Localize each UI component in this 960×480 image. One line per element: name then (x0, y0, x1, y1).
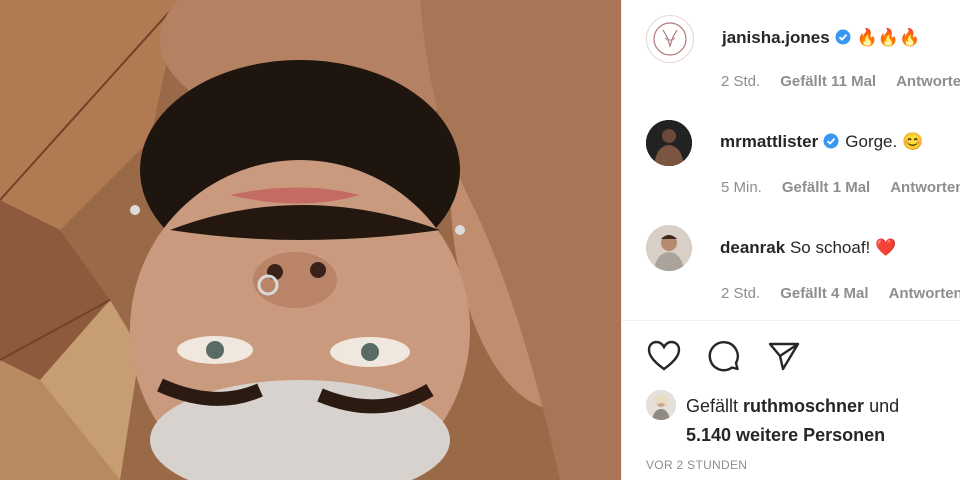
post-photo[interactable] (0, 0, 621, 480)
avatar[interactable] (646, 15, 694, 63)
comment-username[interactable]: janisha.jones (722, 28, 830, 47)
avatar[interactable] (646, 225, 692, 271)
comment-time[interactable]: 2 Std. (721, 285, 760, 302)
liker-avatar[interactable] (646, 390, 676, 420)
comment-likes[interactable]: Gefällt 4 Mal (780, 285, 868, 302)
divider (622, 320, 960, 321)
comment-text-line: janisha.jones 🔥🔥🔥 (722, 28, 920, 50)
post-photo-image (0, 0, 621, 480)
comment-meta: 2 Std. Gefällt 11 Mal Antworten (721, 73, 960, 90)
comment-time[interactable]: 2 Std. (721, 73, 760, 90)
comment-time[interactable]: 5 Min. (721, 179, 762, 196)
avatar[interactable] (646, 120, 692, 166)
comment-username[interactable]: mrmattlister (720, 132, 818, 151)
comment-item: deanrak So schoaf! ❤️ (646, 225, 896, 271)
deer-logo-icon (653, 22, 687, 56)
reply-button[interactable]: Antworten (890, 179, 960, 196)
liked-by-summary: Gefällt ruthmoschner und 5.140 weitere P… (646, 390, 899, 450)
liked-by-conjunction: und (869, 396, 900, 416)
comment-text-line: deanrak So schoaf! ❤️ (720, 238, 896, 258)
verified-badge-icon (835, 29, 851, 50)
liked-by-prefix: Gefällt (686, 396, 739, 416)
reply-button[interactable]: Antworten (896, 73, 960, 90)
comment-body: 🔥🔥🔥 (856, 28, 921, 47)
comment-likes[interactable]: Gefällt 1 Mal (782, 179, 870, 196)
liked-by-others[interactable]: 5.140 weitere Personen (686, 425, 885, 445)
comment-meta: 2 Std. Gefällt 4 Mal Antworten (721, 285, 960, 302)
verified-badge-icon (823, 133, 839, 154)
reply-button[interactable]: Antworten (889, 285, 960, 302)
comment-username[interactable]: deanrak (720, 238, 785, 257)
paper-plane-icon[interactable] (766, 338, 802, 374)
comment-body: Gorge. 😊 (845, 132, 924, 151)
liked-by-user[interactable]: ruthmoschner (743, 396, 864, 416)
profile-photo-icon (646, 225, 692, 271)
comment-text-line: mrmattlister Gorge. 😊 (720, 132, 923, 154)
comments-panel: janisha.jones 🔥🔥🔥 2 Std. Gefällt 11 Mal Ant… (621, 0, 960, 480)
post-actions (646, 338, 802, 374)
heart-icon[interactable] (646, 338, 682, 374)
post-timestamp[interactable]: VOR 2 STUNDEN (646, 458, 747, 472)
comment-bubble-icon[interactable] (706, 338, 742, 374)
comment-item: janisha.jones 🔥🔥🔥 (646, 15, 920, 63)
comment-body: So schoaf! ❤️ (789, 238, 897, 257)
comment-likes[interactable]: Gefällt 11 Mal (780, 73, 876, 90)
profile-photo-icon (646, 120, 692, 166)
comment-item: mrmattlister Gorge. 😊 (646, 120, 923, 166)
comment-meta: 5 Min. Gefällt 1 Mal Antworten (721, 179, 960, 196)
